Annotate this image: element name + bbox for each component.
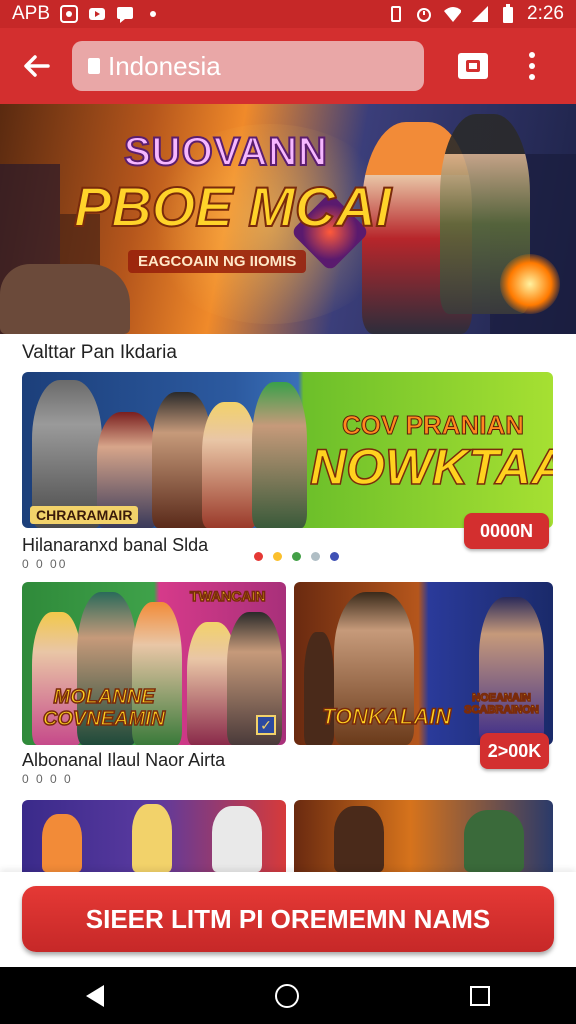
featured-caption: Hilanaranxd banal Slda xyxy=(22,535,209,555)
tab-switcher-icon[interactable] xyxy=(458,53,488,79)
alarm-icon xyxy=(415,5,433,23)
vibrate-icon xyxy=(387,5,405,23)
nav-back-icon[interactable] xyxy=(85,984,104,1007)
hero-title-line2: PBOE MCAI xyxy=(73,174,392,239)
game-card-right[interactable]: TONKALAIN NOEANAIN SCABRAINON xyxy=(294,582,553,745)
row2-price-button[interactable]: 2>00K xyxy=(480,733,549,769)
small-character-image xyxy=(42,814,82,872)
carousel-dot-4[interactable] xyxy=(311,552,320,561)
featured-banner[interactable]: COV PRANIAN NOWKTAAN CHRARAMAIR xyxy=(22,372,553,528)
nav-recents-icon[interactable] xyxy=(470,985,491,1006)
left-card-title: MOLANNE COVNEAMIN xyxy=(42,685,166,731)
carousel-dot-3[interactable] xyxy=(292,552,301,561)
hero-subtitle: EAGCOAIN NG IIOMIS xyxy=(128,250,307,273)
cta-container: SIEER LITM PI OREMEMN NAMS xyxy=(0,872,576,967)
row2-caption: Albonanal Ilaul Naor Airta xyxy=(22,750,226,770)
blonde-character-image xyxy=(202,402,257,528)
carousel-dot-1[interactable] xyxy=(254,552,263,561)
url-bar[interactable]: Indonesia xyxy=(72,41,424,91)
row2-subcaption: 0 0 0 0 xyxy=(22,772,73,786)
system-nav-bar xyxy=(0,967,576,1024)
url-text: Indonesia xyxy=(108,50,221,81)
green-hair-character-image xyxy=(252,382,307,528)
facebook-icon xyxy=(60,5,79,23)
carousel-indicator[interactable] xyxy=(254,552,339,561)
carousel-dot-5[interactable] xyxy=(330,552,339,561)
more-vert-icon[interactable] xyxy=(512,52,552,80)
dark-warrior-image xyxy=(334,806,384,872)
wifi-icon xyxy=(443,5,462,23)
mask-character-image xyxy=(212,806,262,872)
carrier-label: APB xyxy=(12,3,51,24)
signal-icon xyxy=(471,5,489,23)
nav-home-icon[interactable] xyxy=(274,983,299,1008)
featured-price-button[interactable]: 0000N xyxy=(464,513,549,549)
lock-icon xyxy=(88,58,100,74)
right-card-side-text: NOEANAIN SCABRAINON xyxy=(463,691,539,717)
archer-character-image xyxy=(464,810,524,872)
checkmark-icon: ✓ xyxy=(256,715,276,735)
featured-text-top: COV PRANIAN xyxy=(341,410,525,441)
youtube-icon xyxy=(88,5,106,23)
battery-icon xyxy=(499,4,517,23)
right-card-title: TONKALAIN xyxy=(321,703,452,730)
game-card-row3-right[interactable] xyxy=(294,800,553,872)
clock-time: 2:26 xyxy=(527,3,564,24)
browser-toolbar: Indonesia xyxy=(0,28,576,104)
featured-text-main: NOWKTAAN xyxy=(309,438,553,496)
game-card-left[interactable]: TWANCAIN MOLANNE COVNEAMIN ✓ xyxy=(22,582,286,745)
cta-button[interactable]: SIEER LITM PI OREMEMN NAMS xyxy=(22,886,554,952)
section-title: Valttar Pan Ikdaria xyxy=(22,342,177,363)
car-image xyxy=(0,264,130,334)
featured-tag: CHRARAMAIR xyxy=(30,506,139,524)
hero-title-line1: SUOVANN xyxy=(123,129,329,175)
left-card-top-text: TWANCAIN xyxy=(189,587,266,605)
message-icon xyxy=(116,5,134,23)
carousel-dot-2[interactable] xyxy=(273,552,282,561)
yellow-character-image xyxy=(132,804,172,872)
blue-armor-character-image xyxy=(479,597,544,745)
game-card-row3-left[interactable] xyxy=(22,800,286,872)
dot-icon xyxy=(144,5,162,23)
back-arrow-icon[interactable] xyxy=(0,28,72,104)
status-bar: APB 2:26 xyxy=(0,0,576,28)
hero-banner[interactable]: SUOVANN PBOE MCAI EAGCOAIN NG IIOMIS xyxy=(0,104,576,334)
featured-subcaption: 0 0 00 xyxy=(22,557,68,571)
fireball-icon xyxy=(500,254,560,314)
